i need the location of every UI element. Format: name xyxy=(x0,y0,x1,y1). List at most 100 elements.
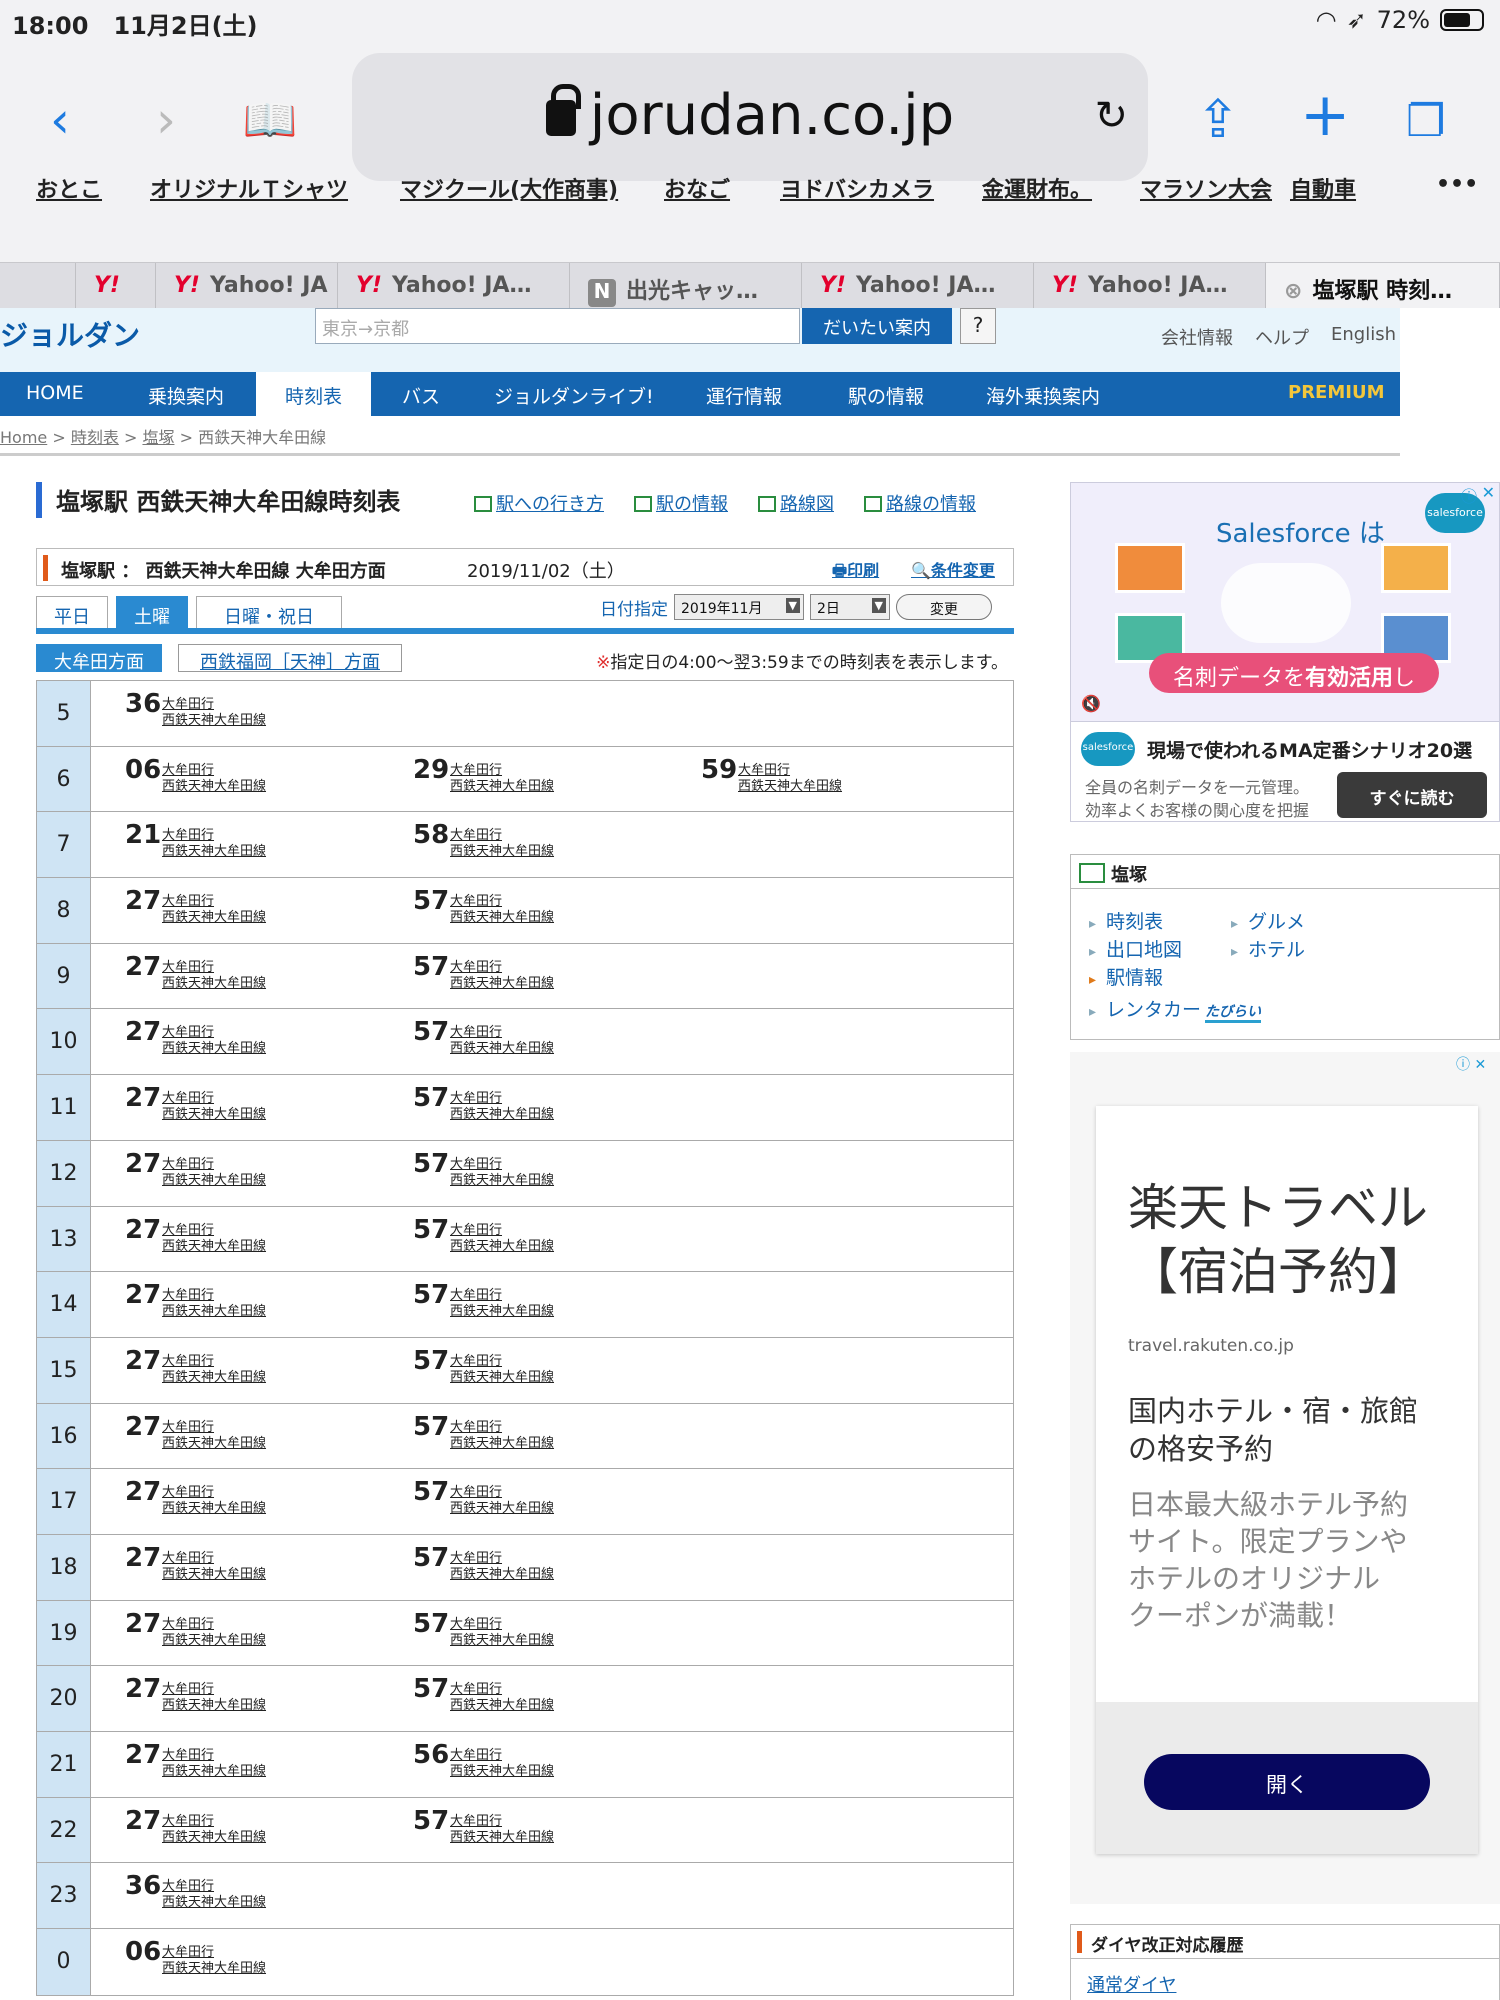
bookmark-item[interactable]: オリジナルＴシャツ xyxy=(150,172,348,204)
menu-timetable[interactable]: 時刻表 xyxy=(1089,907,1163,934)
open-button[interactable]: 開く xyxy=(1144,1754,1430,1810)
menu-hotel[interactable]: ホテル xyxy=(1231,935,1305,962)
departure-detail[interactable]: 大牟田行 西鉄天神大牟田線 xyxy=(162,1814,266,1846)
departure-detail[interactable]: 大牟田行 西鉄天神大牟田線 xyxy=(450,1157,554,1189)
salesforce-ad-banner[interactable]: Salesforce は salesforce 名刺データを有効活用し ⓘ ✕ … xyxy=(1070,482,1500,722)
departure-detail[interactable]: 大牟田行 西鉄天神大牟田線 xyxy=(450,763,554,795)
ad-close-icon[interactable]: ✕ xyxy=(1474,1057,1486,1073)
tab-partial[interactable] xyxy=(0,263,76,309)
nav-operation[interactable]: 運行情報 xyxy=(706,382,782,409)
tab-yahoo-icon-only[interactable]: Y! xyxy=(76,263,156,309)
salesforce-ad-text[interactable]: salesforce 現場で使われるMA定番シナリオ20選 全員の名刺データを一… xyxy=(1070,722,1500,822)
search-button[interactable]: だいたい案内 xyxy=(802,308,952,344)
departure-detail[interactable]: 大牟田行 西鉄天神大牟田線 xyxy=(162,1945,266,1977)
menu-station-info[interactable]: 駅情報 xyxy=(1089,963,1163,990)
nav-overseas[interactable]: 海外乗換案内 xyxy=(986,382,1100,409)
departure-detail[interactable]: 大牟田行 西鉄天神大牟田線 xyxy=(162,1879,266,1911)
forward-icon[interactable]: › xyxy=(136,90,196,150)
departure-detail[interactable]: 大牟田行 西鉄天神大牟田線 xyxy=(450,1748,554,1780)
departure-detail[interactable]: 大牟田行 西鉄天神大牟田線 xyxy=(162,1025,266,1057)
day-select[interactable]: 2日 xyxy=(810,594,890,620)
premium-link[interactable]: PREMIUM xyxy=(1288,382,1385,403)
rakuten-travel-ad[interactable]: ⓘ ✕ 楽天トラベル 【宿泊予約】 travel.rakuten.co.jp 国内… xyxy=(1070,1052,1500,1904)
departure-detail[interactable]: 大牟田行 西鉄天神大牟田線 xyxy=(162,1485,266,1517)
back-icon[interactable]: ‹ xyxy=(30,90,90,150)
nav-station[interactable]: 駅の情報 xyxy=(848,382,924,409)
read-now-button[interactable]: すぐに読む xyxy=(1337,772,1487,818)
departure-detail[interactable]: 大牟田行 西鉄天神大牟田線 xyxy=(162,1354,266,1386)
help-button[interactable]: ? xyxy=(960,308,996,344)
tab-saturday[interactable]: 土曜 xyxy=(116,596,188,628)
tab-weekday[interactable]: 平日 xyxy=(36,596,108,628)
bookmark-item[interactable]: 自動車 xyxy=(1290,172,1356,204)
departure-detail[interactable]: 大牟田行 西鉄天神大牟田線 xyxy=(162,1617,266,1649)
breadcrumb-link[interactable]: 塩塚 xyxy=(142,428,174,447)
departure-detail[interactable]: 大牟田行 西鉄天神大牟田線 xyxy=(162,1682,266,1714)
departure-detail[interactable]: 大牟田行 西鉄天神大牟田線 xyxy=(162,1551,266,1583)
nav-transfer[interactable]: 乗換案内 xyxy=(148,382,224,409)
breadcrumb-link[interactable]: 時刻表 xyxy=(71,428,119,447)
station-info-link[interactable]: 駅の情報 xyxy=(634,490,728,516)
share-icon[interactable]: ⇪ xyxy=(1196,90,1240,150)
departure-detail[interactable]: 大牟田行 西鉄天神大牟田線 xyxy=(162,1223,266,1255)
ad-close-icon[interactable]: ✕ xyxy=(1482,483,1495,502)
header-link[interactable]: ヘルプ xyxy=(1255,324,1309,350)
browser-tab[interactable]: Y! Yahoo! JA… xyxy=(1034,263,1266,309)
ad-info-icon[interactable]: ⓘ xyxy=(1456,1057,1470,1073)
departure-detail[interactable]: 大牟田行 西鉄天神大牟田線 xyxy=(162,960,266,992)
directions-link[interactable]: 駅への行き方 xyxy=(474,490,604,516)
tab-omuta-direction[interactable]: 大牟田方面 xyxy=(36,644,162,673)
site-logo[interactable]: ジョルダン xyxy=(0,314,140,354)
more-icon[interactable]: ••• xyxy=(1436,172,1478,197)
tab-fukuoka-direction[interactable]: 西鉄福岡［天神］方面 xyxy=(178,644,402,673)
bookmark-item[interactable]: ヨドバシカメラ xyxy=(780,172,934,204)
departure-detail[interactable]: 大牟田行 西鉄天神大牟田線 xyxy=(162,1091,266,1123)
departure-detail[interactable]: 大牟田行 西鉄天神大牟田線 xyxy=(450,1223,554,1255)
change-button[interactable]: 変更 xyxy=(896,594,992,620)
menu-exit-map[interactable]: 出口地図 xyxy=(1089,935,1182,962)
nav-live[interactable]: ジョルダンライブ! xyxy=(494,382,654,409)
bookmark-item[interactable]: おなご xyxy=(664,172,730,204)
tabs-overview-icon[interactable]: ❐ xyxy=(1406,96,1445,147)
departure-detail[interactable]: 大牟田行 西鉄天神大牟田線 xyxy=(162,697,266,729)
route-search-input[interactable]: 東京→京都 xyxy=(315,308,800,344)
departure-detail[interactable]: 大牟田行 西鉄天神大牟田線 xyxy=(162,1288,266,1320)
departure-detail[interactable]: 大牟田行 西鉄天神大牟田線 xyxy=(450,1682,554,1714)
normal-schedule-link[interactable]: 通常ダイヤ xyxy=(1087,1971,1176,1997)
bookmarks-book-icon[interactable]: 📖 xyxy=(240,90,300,150)
departure-detail[interactable]: 大牟田行 西鉄天神大牟田線 xyxy=(162,1420,266,1452)
nav-bus[interactable]: バス xyxy=(402,382,440,409)
departure-detail[interactable]: 大牟田行 西鉄天神大牟田線 xyxy=(450,1288,554,1320)
menu-rental-car[interactable]: レンタカーたびらい xyxy=(1089,995,1262,1023)
header-link[interactable]: English xyxy=(1331,324,1396,350)
nav-home[interactable]: HOME xyxy=(26,382,84,404)
departure-detail[interactable]: 大牟田行 西鉄天神大牟田線 xyxy=(450,1091,554,1123)
departure-detail[interactable]: 大牟田行 西鉄天神大牟田線 xyxy=(450,1814,554,1846)
reload-icon[interactable]: ↻ xyxy=(1094,93,1128,139)
departure-detail[interactable]: 大牟田行 西鉄天神大牟田線 xyxy=(450,1485,554,1517)
departure-detail[interactable]: 大牟田行 西鉄天神大牟田線 xyxy=(162,828,266,860)
departure-detail[interactable]: 大牟田行 西鉄天神大牟田線 xyxy=(450,1551,554,1583)
departure-detail[interactable]: 大牟田行 西鉄天神大牟田線 xyxy=(162,763,266,795)
bookmark-item[interactable]: 金運財布。 xyxy=(982,172,1092,204)
menu-gourmet[interactable]: グルメ xyxy=(1231,907,1305,934)
header-link[interactable]: 会社情報 xyxy=(1161,324,1233,350)
departure-detail[interactable]: 大牟田行 西鉄天神大牟田線 xyxy=(450,1025,554,1057)
departure-detail[interactable]: 大牟田行 西鉄天神大牟田線 xyxy=(450,828,554,860)
close-tab-icon[interactable]: ⊗ xyxy=(1284,279,1302,304)
browser-tab[interactable]: N 出光キャッ… xyxy=(570,263,802,309)
route-map-link[interactable]: 路線図 xyxy=(758,490,834,516)
browser-tab-active[interactable]: ⊗ 塩塚駅 時刻… xyxy=(1266,263,1500,309)
departure-detail[interactable]: 大牟田行 西鉄天神大牟田線 xyxy=(450,1420,554,1452)
departure-detail[interactable]: 大牟田行 西鉄天神大牟田線 xyxy=(450,960,554,992)
departure-detail[interactable]: 大牟田行 西鉄天神大牟田線 xyxy=(450,894,554,926)
change-conditions-link[interactable]: 🔍条件変更 xyxy=(911,557,995,581)
departure-detail[interactable]: 大牟田行 西鉄天神大牟田線 xyxy=(450,1617,554,1649)
breadcrumb-link[interactable]: Home xyxy=(0,428,47,447)
departure-detail[interactable]: 大牟田行 西鉄天神大牟田線 xyxy=(162,894,266,926)
browser-tab[interactable]: Y! Yahoo! JA… xyxy=(802,263,1034,309)
ad-info-icon[interactable]: ⓘ xyxy=(1461,483,1477,507)
address-bar[interactable]: jorudan.co.jp ↻ xyxy=(352,53,1148,181)
month-select[interactable]: 2019年11月 xyxy=(674,594,804,620)
bookmark-item[interactable]: マラソン大会 xyxy=(1140,172,1272,204)
